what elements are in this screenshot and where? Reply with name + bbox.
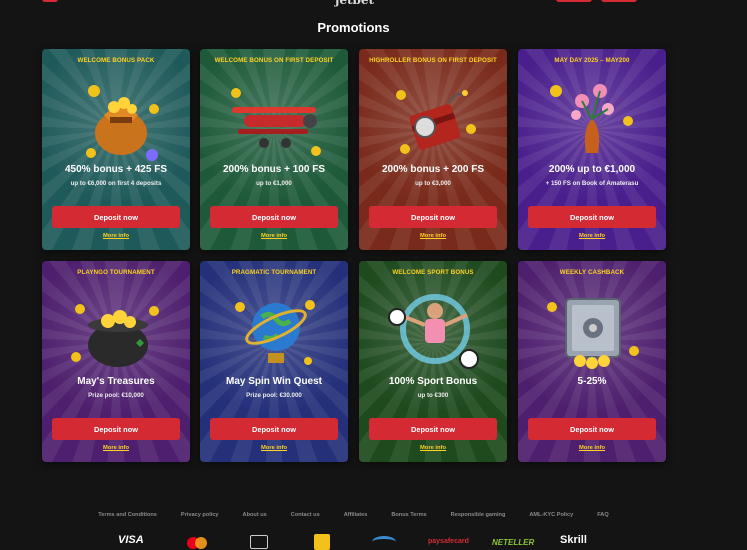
visa-logo: VISA [118,534,144,546]
promo-card: MAY DAY 2025 – MAY200 200% up to €1,000 … [518,49,666,250]
more-info-link[interactable]: More info [42,445,190,451]
footer-link-privacy[interactable]: Privacy policy [181,512,219,518]
mastercard-logo [186,536,208,549]
skrill-logo: Skrill [560,534,587,546]
promo-title: 450% bonus + 425 FS [65,164,167,175]
pot-of-gold-icon [71,304,159,367]
more-info-link[interactable]: More info [42,233,190,239]
promo-card: PLAYNGO TOURNAMENT May's Treasures Prize… [42,261,190,462]
deposit-now-button[interactable]: Deposit now [369,206,497,228]
promo-subtitle: + 150 FS on Book of Amaterasu [545,180,639,187]
deposit-now-button[interactable]: Deposit now [528,418,656,440]
menu-button[interactable] [42,0,58,2]
promo-title: 200% bonus + 100 FS [223,164,325,175]
deposit-now-button[interactable]: Deposit now [52,418,180,440]
promo-subtitle: Prize pool: €10,000 [88,392,144,399]
promo-card: WELCOME SPORT BONUS 100% Sport Bonus up … [359,261,507,462]
promo-title: 200% bonus + 200 FS [382,164,484,175]
footer-link-responsible-gaming[interactable]: Responsible gaming [451,512,506,518]
promo-title: 5-25% [577,376,607,387]
promo-tag: WEEKLY CASHBACK [559,269,625,276]
payment-methods: VISA paysafecard NETELLER Skrill [110,534,610,550]
promo-subtitle: up to €1,000 [256,180,292,187]
more-info-link[interactable]: More info [200,445,348,451]
safe-icon [547,298,639,369]
footer-links: Terms and Conditions Privacy policy Abou… [0,512,707,518]
login-button[interactable] [556,0,592,2]
footer-link-faq[interactable]: FAQ [597,512,609,518]
deposit-now-button[interactable]: Deposit now [52,206,180,228]
promo-tag: PLAYNGO TOURNAMENT [77,269,155,276]
deposit-now-button[interactable]: Deposit now [528,206,656,228]
promo-card: WELCOME BONUS ON FIRST DEPOSIT 200% bonu… [200,49,348,250]
promo-tag: PRAGMATIC TOURNAMENT [231,269,317,276]
footer-link-about[interactable]: About us [243,512,267,518]
promo-title: 200% up to €1,000 [548,164,636,175]
promo-card: WELCOME BONUS PACK 450% bonus + 425 FS u… [42,49,190,250]
promo-tag: WELCOME BONUS ON FIRST DEPOSIT [214,57,334,64]
promo-card: PRAGMATIC TOURNAMENT May Spin Win Quest … [200,261,348,462]
promo-tag: WELCOME SPORT BONUS [392,269,474,276]
promo-title: May Spin Win Quest [225,376,323,387]
footer-link-contact[interactable]: Contact us [291,512,320,518]
jcb-logo [250,535,268,549]
promo-subtitle: up to €3,000 [415,180,451,187]
more-info-link[interactable]: More info [359,445,507,451]
footer-link-bonus-terms[interactable]: Bonus Terms [391,512,426,518]
footer-link-terms[interactable]: Terms and Conditions [98,512,157,518]
promo-title: May's Treasures [77,376,155,387]
promo-tag: MAY DAY 2025 – MAY200 [554,57,630,64]
deposit-now-button[interactable]: Deposit now [210,206,338,228]
wallet-logo [314,534,330,550]
neteller-logo: NETELLER [492,538,535,547]
football-player-icon [388,294,479,369]
promo-title: 100% Sport Bonus [388,376,478,387]
flower-vase-icon [550,84,633,153]
page-title: Promotions [317,20,390,35]
footer-link-aml-kyc[interactable]: AML-KYC Policy [529,512,573,518]
promo-subtitle: up to €300 [417,392,449,399]
more-info-link[interactable]: More info [359,233,507,239]
more-info-link[interactable]: More info [518,445,666,451]
dynamite-icon [396,90,476,154]
more-info-link[interactable]: More info [200,233,348,239]
footer-link-affiliates[interactable]: Affiliates [344,512,368,518]
promo-tag: HIGHROLLER BONUS ON FIRST DEPOSIT [369,57,497,64]
paysafecard-logo: paysafecard [428,538,469,545]
bank-logo [372,536,396,548]
promo-subtitle: Prize pool: €30.000 [246,392,302,399]
promo-tag: WELCOME BONUS PACK [77,57,155,64]
site-logo[interactable]: jetbet [335,0,374,7]
promo-card: HIGHROLLER BONUS ON FIRST DEPOSIT 200% b… [359,49,507,250]
more-info-link[interactable]: More info [518,233,666,239]
promo-card: WEEKLY CASHBACK 5-25% Deposit now More i… [518,261,666,462]
money-bag-icon [86,85,159,161]
promo-subtitle: up to €6,000 on first 4 deposits [70,180,162,187]
deposit-now-button[interactable]: Deposit now [210,418,338,440]
deposit-now-button[interactable]: Deposit now [369,418,497,440]
airplane-icon [231,88,321,156]
globe-icon [235,300,315,365]
register-button[interactable] [601,0,637,2]
